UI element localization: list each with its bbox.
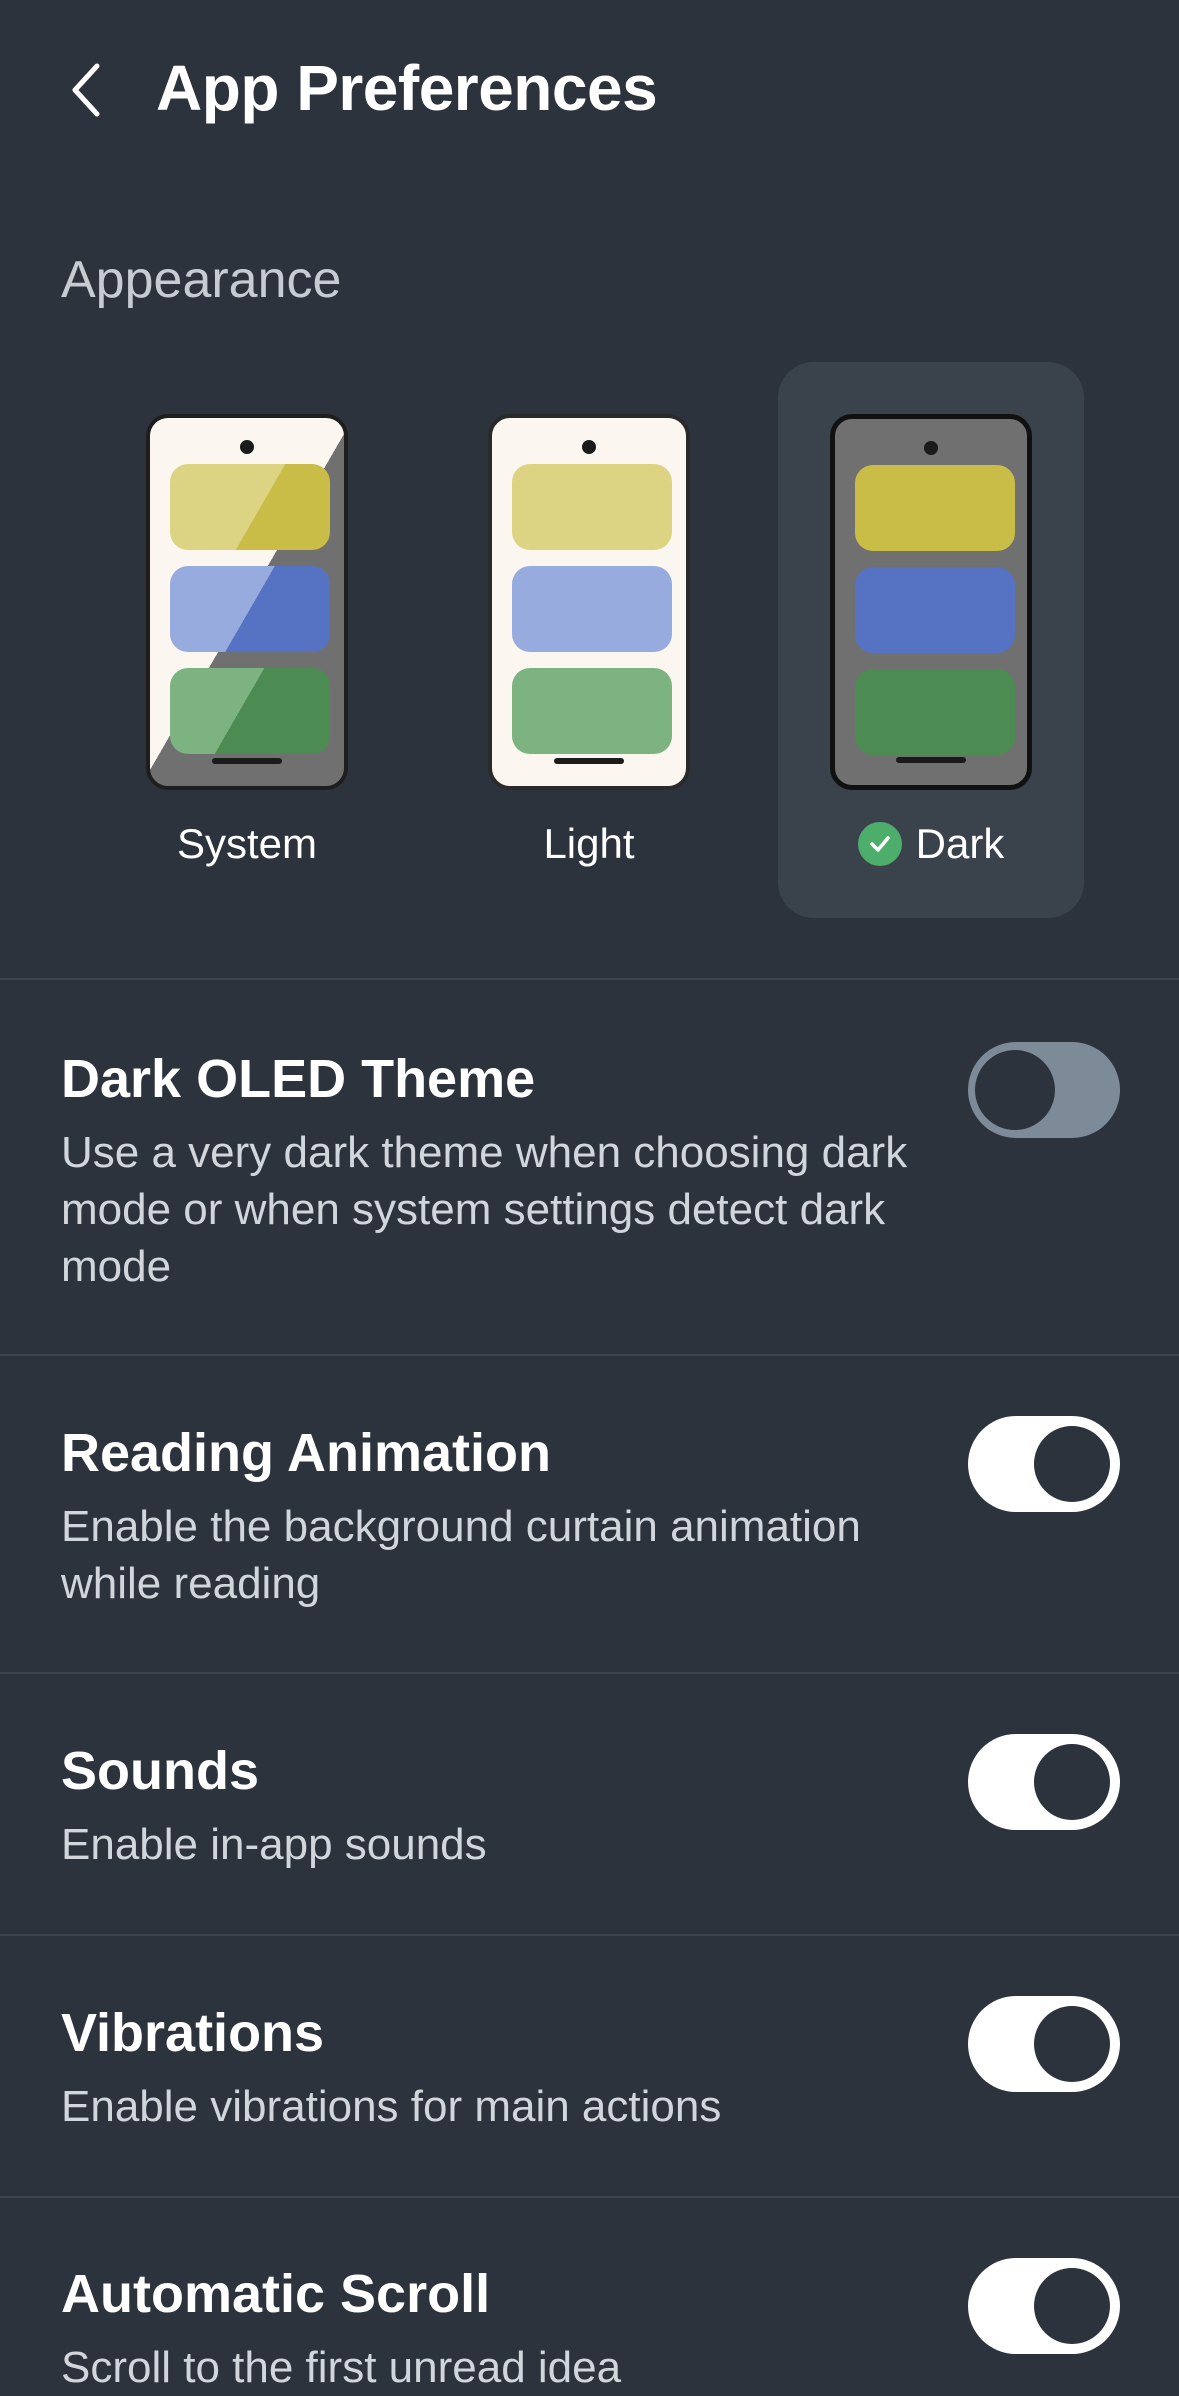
chevron-left-icon — [72, 63, 100, 117]
check-icon — [857, 822, 902, 866]
setting-title: Reading Animation — [61, 1423, 552, 1483]
app-header: App Preferences — [0, 0, 1179, 175]
setting-title: Sounds — [61, 1741, 259, 1801]
dark-oled-toggle[interactable] — [968, 1042, 1120, 1138]
light-theme-preview — [488, 414, 690, 790]
dark-theme-preview — [830, 414, 1032, 790]
sounds-toggle[interactable] — [968, 1734, 1120, 1830]
setting-description: Enable vibrations for main actions — [61, 2082, 722, 2131]
appearance-section-title: Appearance — [61, 251, 342, 309]
setting-automatic-scroll: Automatic Scroll Scroll to the first unr… — [0, 2198, 1179, 2396]
page-title: App Preferences — [156, 52, 658, 124]
setting-sounds: Sounds Enable in-app sounds — [0, 1674, 1179, 1934]
setting-description: Enable in-app sounds — [61, 1820, 487, 1869]
theme-option-label: System — [176, 820, 318, 867]
setting-description: Scroll to the first unread idea — [61, 2343, 622, 2392]
back-button[interactable] — [52, 50, 122, 130]
theme-option-label: Light — [543, 820, 635, 867]
setting-title: Automatic Scroll — [61, 2264, 491, 2324]
system-theme-preview — [146, 414, 348, 790]
theme-option-system[interactable]: System — [94, 362, 400, 918]
theme-option-light[interactable]: Light — [436, 362, 742, 918]
automatic-scroll-toggle[interactable] — [968, 2258, 1120, 2354]
theme-option-dark[interactable]: Dark — [778, 362, 1084, 918]
setting-reading-animation: Reading Animation Enable the background … — [0, 1356, 1179, 1672]
theme-option-label: Dark — [778, 816, 1084, 872]
reading-animation-toggle[interactable] — [968, 1416, 1120, 1512]
setting-title: Dark OLED Theme — [61, 1049, 536, 1109]
setting-vibrations: Vibrations Enable vibrations for main ac… — [0, 1936, 1179, 2196]
setting-description: Enable the background curtain animation … — [61, 1502, 861, 1608]
setting-dark-oled-theme: Dark OLED Theme Use a very dark theme wh… — [0, 980, 1179, 1354]
setting-title: Vibrations — [61, 2003, 325, 2063]
vibrations-toggle[interactable] — [968, 1996, 1120, 2092]
setting-description: Use a very dark theme when choosing dark… — [61, 1128, 908, 1291]
